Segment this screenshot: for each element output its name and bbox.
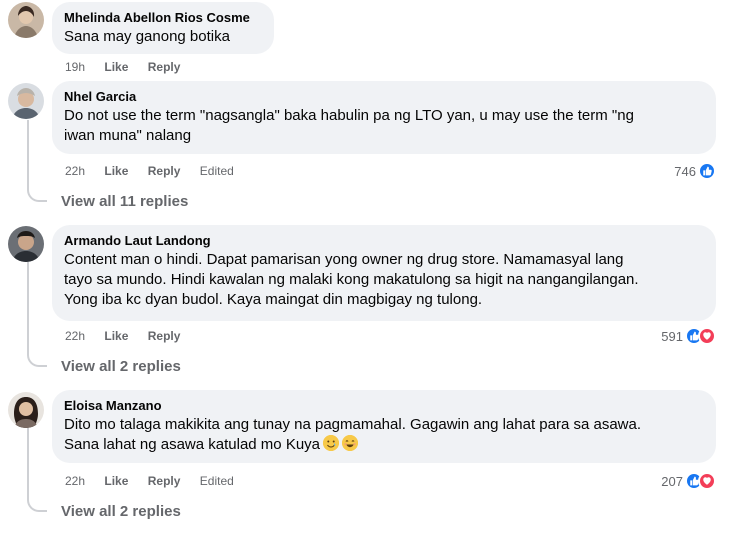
like-button[interactable]: Like: [104, 328, 128, 344]
smiling-tear-emoji-icon: [323, 435, 340, 451]
comment-time[interactable]: 19h: [65, 59, 85, 75]
view-replies-link[interactable]: View all 11 replies: [61, 192, 188, 212]
edited-label: Edited: [199, 474, 234, 488]
comment-text-line: Do not use the term "nagsangla" baka hab…: [64, 107, 634, 124]
thread-line: [27, 428, 29, 496]
love-icon: [698, 327, 716, 345]
comment-text-line: iwan muna" nalang: [64, 127, 192, 144]
thread-connector: [27, 496, 47, 512]
comment-time[interactable]: 22h: [65, 473, 85, 489]
comment-author[interactable]: Nhel Garcia: [64, 89, 704, 105]
comment-author[interactable]: Eloisa Manzano: [64, 398, 704, 414]
reaction-count: 746: [674, 163, 696, 179]
comment-author[interactable]: Mhelinda Abellon Rios Cosme: [64, 10, 262, 26]
comment-text-last-line: Sana lahat ng asawa katulad mo Kuya: [64, 435, 704, 455]
like-icon: [698, 162, 716, 180]
avatar[interactable]: [8, 83, 44, 119]
reaction-summary[interactable]: 591: [661, 327, 716, 345]
edited-label: Edited: [199, 164, 234, 178]
comment-bubble: Nhel Garcia Do not use the term "nagsang…: [52, 81, 716, 154]
comment-text-line: Yong iba kc dyan budol. Kaya maingat din…: [64, 291, 483, 308]
comment-time[interactable]: 22h: [65, 328, 85, 344]
thread-line: [27, 120, 29, 188]
thread-line: [27, 262, 29, 352]
comment-text-line: Dito mo talaga makikita ang tunay na pag…: [64, 416, 642, 433]
comment-text-line: Sana lahat ng asawa katulad mo Kuya: [64, 436, 321, 453]
comment-actions: 22h Like Reply Edited: [65, 473, 250, 489]
comment-actions: 22h Like Reply Edited: [65, 163, 250, 179]
avatar[interactable]: [8, 392, 44, 428]
view-replies-link[interactable]: View all 2 replies: [61, 357, 181, 377]
reply-button[interactable]: Reply: [148, 473, 181, 489]
love-icon: [698, 472, 716, 490]
avatar[interactable]: [8, 226, 44, 262]
view-replies-link[interactable]: View all 2 replies: [61, 502, 181, 522]
reaction-count: 591: [661, 328, 683, 344]
reaction-count: 207: [661, 473, 683, 489]
comment-author[interactable]: Armando Laut Landong: [64, 233, 704, 249]
reply-button[interactable]: Reply: [148, 328, 181, 344]
reaction-summary[interactable]: 207: [661, 472, 716, 490]
comment-text: Sana may ganong botika: [64, 28, 230, 45]
like-button[interactable]: Like: [104, 59, 128, 75]
reply-button[interactable]: Reply: [148, 163, 181, 179]
comment-bubble: Eloisa Manzano Dito mo talaga makikita a…: [52, 390, 716, 463]
avatar[interactable]: [8, 2, 44, 38]
comment-bubble: Armando Laut Landong Content man o hindi…: [52, 225, 716, 321]
like-button[interactable]: Like: [104, 473, 128, 489]
comment-actions: 19h Like Reply: [65, 59, 196, 75]
reply-button[interactable]: Reply: [148, 59, 181, 75]
comment-text-line: Content man o hindi. Dapat pamarisan yon…: [64, 251, 624, 268]
comment-text-line: tayo sa mundo. Hindi kawalan ng malaki k…: [64, 271, 639, 288]
comment-bubble: Mhelinda Abellon Rios Cosme Sana may gan…: [52, 2, 274, 54]
comment-time[interactable]: 22h: [65, 163, 85, 179]
reaction-summary[interactable]: 746: [674, 162, 716, 180]
thread-connector: [27, 186, 47, 202]
thread-connector: [27, 351, 47, 367]
smiling-face-emoji-icon: [342, 435, 359, 451]
comment-actions: 22h Like Reply: [65, 328, 196, 344]
like-button[interactable]: Like: [104, 163, 128, 179]
